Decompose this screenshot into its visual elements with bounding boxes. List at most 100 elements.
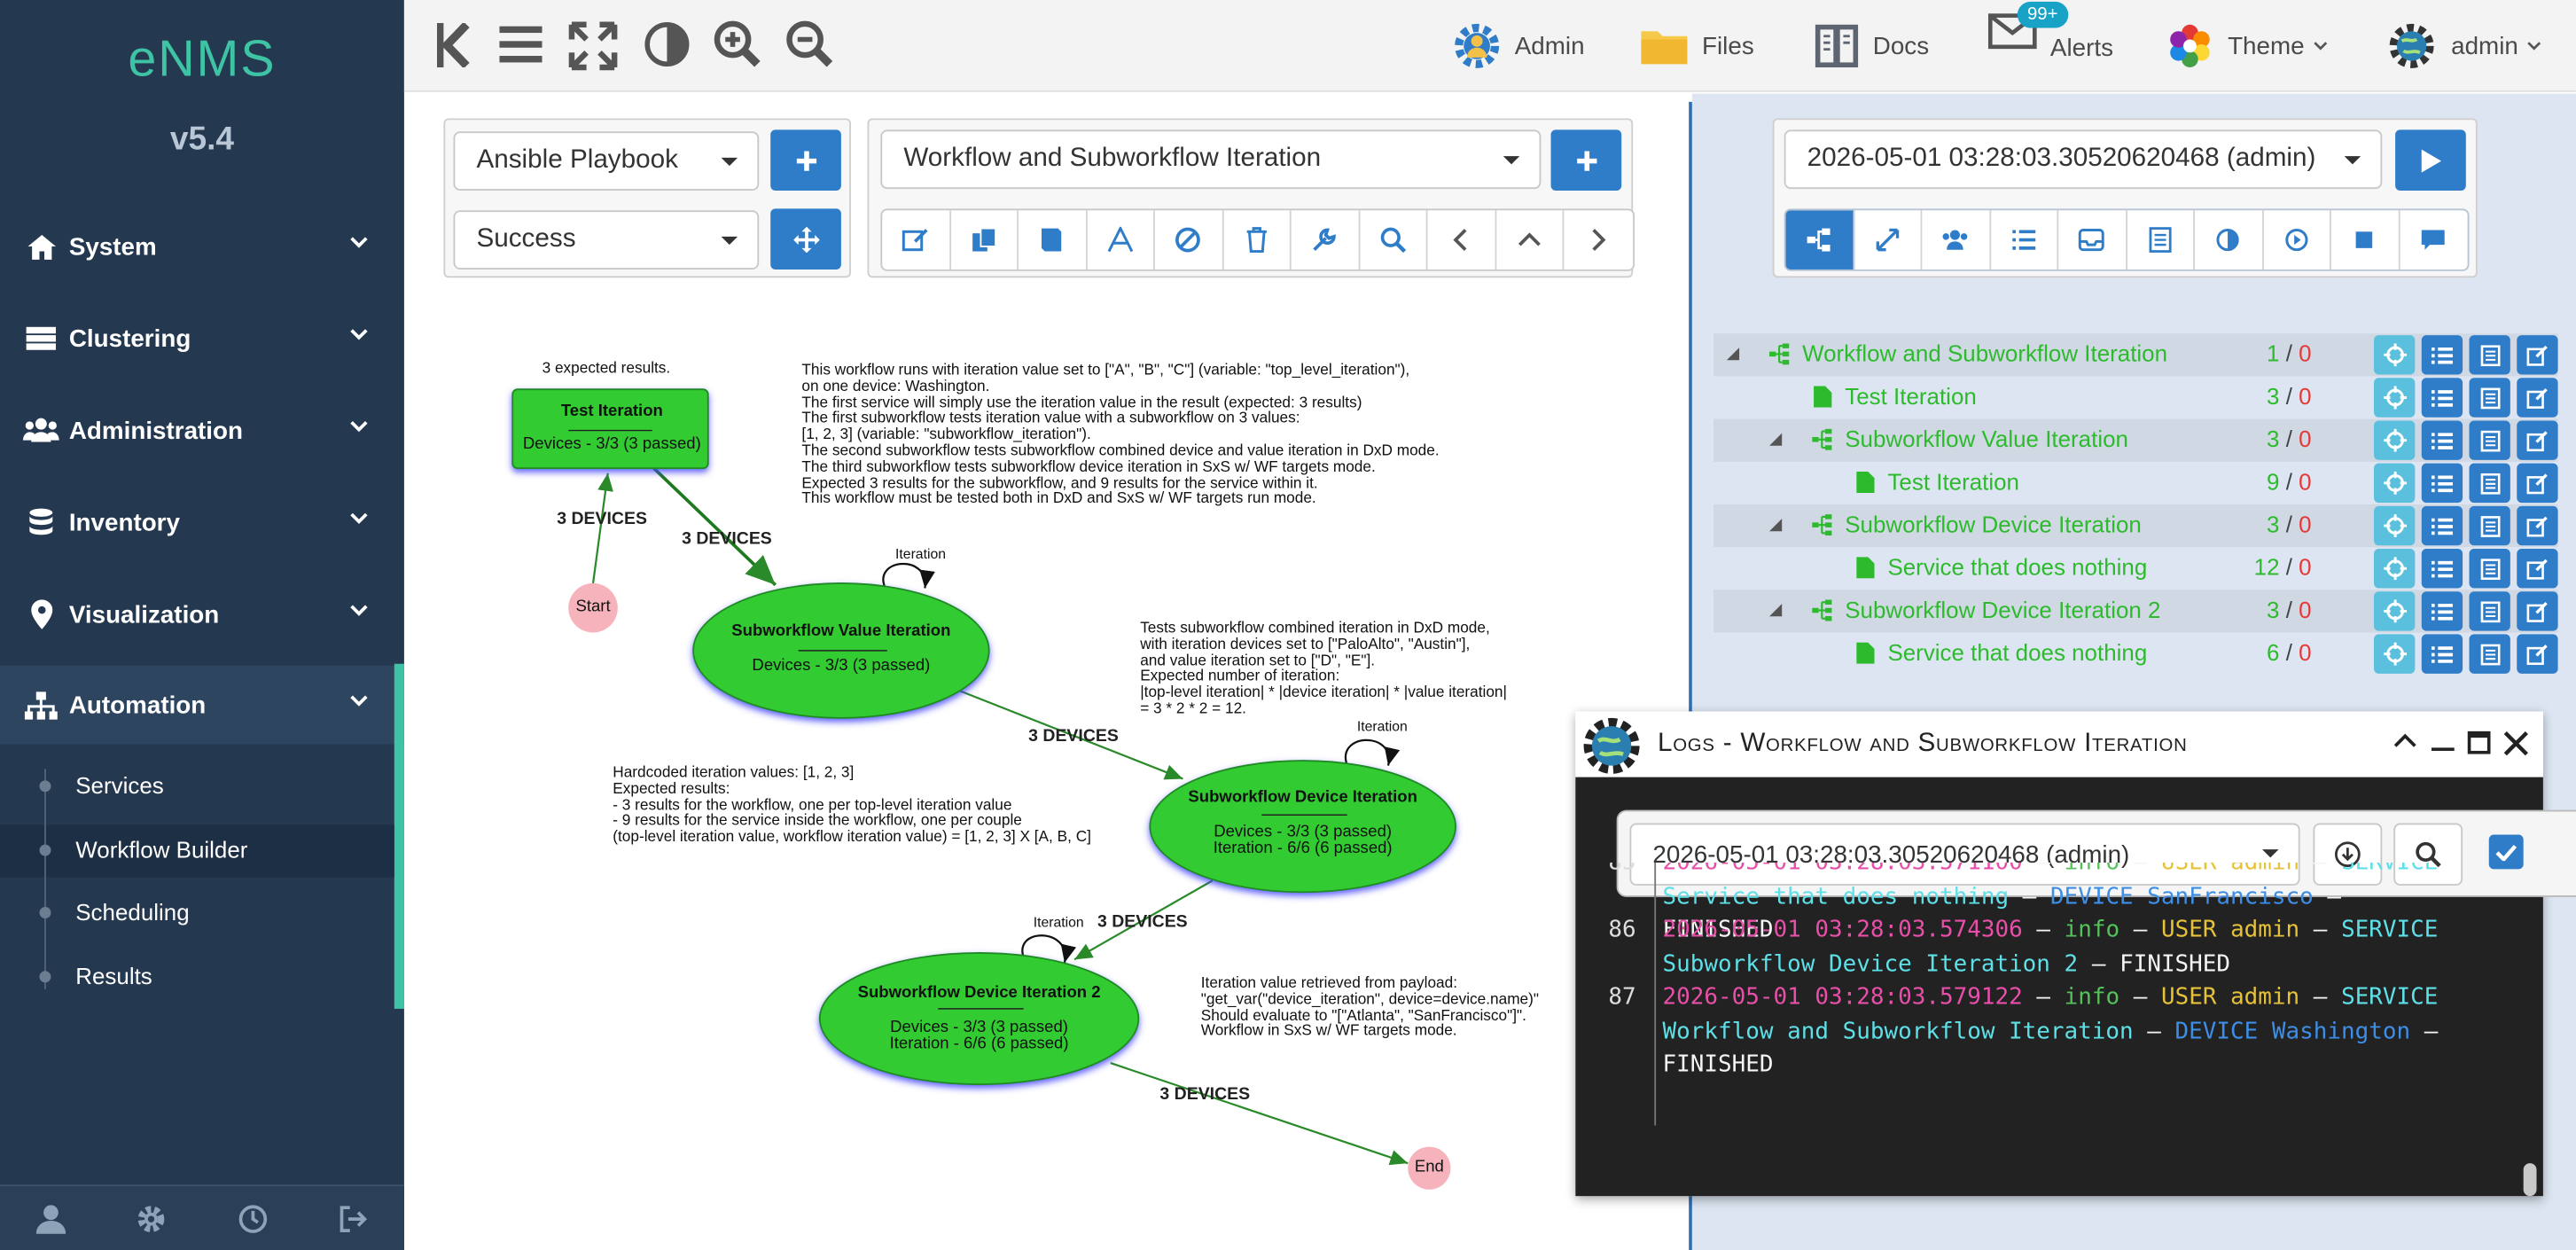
play-circle-icon[interactable] <box>2263 210 2331 270</box>
target-button[interactable] <box>2374 463 2416 504</box>
logs-header[interactable]: Logs - Workflow and Subworkflow Iteratio… <box>1575 711 2543 777</box>
submenu-services[interactable]: Services <box>75 772 163 799</box>
theme-menu[interactable]: Theme <box>2166 0 2328 92</box>
edit-button[interactable] <box>2517 634 2558 674</box>
list-button[interactable] <box>2421 463 2463 504</box>
target-button[interactable] <box>2374 420 2416 460</box>
tree-view-icon[interactable] <box>1785 210 1854 270</box>
tree-row[interactable]: ◢ Workflow and Subworkflow Iteration 1 / 0 <box>1713 333 2558 377</box>
list-button[interactable] <box>2421 591 2463 631</box>
list-button[interactable] <box>2421 378 2463 418</box>
tree-row[interactable]: Test Iteration 3 / 0 <box>1713 376 2558 418</box>
tree-row[interactable]: ◢ Subworkflow Device Iteration 3 / 0 <box>1713 504 2558 548</box>
collapse-triangle-icon[interactable]: ◢ <box>1727 345 1739 363</box>
gear-icon[interactable] <box>137 1204 166 1233</box>
tree-row[interactable]: Service that does nothing 6 / 0 <box>1713 633 2558 676</box>
comment-icon[interactable] <box>2400 210 2468 270</box>
menu-inventory[interactable]: Inventory <box>0 483 404 562</box>
list-button[interactable] <box>2421 549 2463 589</box>
zoom-in-icon[interactable] <box>713 20 762 69</box>
failure-count: 0 <box>2299 382 2312 410</box>
collapse-icon[interactable] <box>2393 733 2416 750</box>
submenu-workflow-builder[interactable]: Workflow Builder <box>75 836 247 863</box>
logout-icon[interactable] <box>339 1204 368 1233</box>
file-text-button[interactable] <box>2469 591 2510 631</box>
app-logo[interactable]: eNMS <box>0 29 404 89</box>
menu-icon[interactable] <box>499 25 543 64</box>
list-icon[interactable] <box>1990 210 2059 270</box>
logs-content[interactable]: 85 2026-05-01 03:28:03.571100 – info – US… <box>1575 863 2543 1126</box>
count-separator: / <box>2285 596 2292 623</box>
tree-row-count: 12 / 0 <box>2229 554 2312 581</box>
node-test-iteration[interactable] <box>511 388 709 470</box>
user-menu[interactable]: admin <box>2385 0 2541 92</box>
tree-row[interactable]: ◢ Subworkflow Value Iteration 3 / 0 <box>1713 418 2558 462</box>
edit-button[interactable] <box>2517 420 2558 460</box>
target-button[interactable] <box>2374 378 2416 418</box>
tree-row[interactable]: ◢ Subworkflow Device Iteration 2 3 / 0 <box>1713 590 2558 633</box>
collapse-sidebar-icon[interactable] <box>436 22 470 67</box>
file-text-button[interactable] <box>2469 463 2510 504</box>
edit-button[interactable] <box>2517 463 2558 504</box>
user-icon[interactable] <box>35 1204 66 1233</box>
edit-button[interactable] <box>2517 591 2558 631</box>
collapse-triangle-icon[interactable]: ◢ <box>1769 431 1782 449</box>
menu-visualization[interactable]: Visualization <box>0 575 404 654</box>
menu-clustering[interactable]: Clustering <box>0 299 404 378</box>
submenu-scheduling[interactable]: Scheduling <box>75 899 189 926</box>
file-text-button[interactable] <box>2469 634 2510 674</box>
inbox-icon[interactable] <box>2058 210 2127 270</box>
target-button[interactable] <box>2374 335 2416 375</box>
menu-administration[interactable]: Administration <box>0 391 404 470</box>
menu-system[interactable]: System <box>0 207 404 286</box>
logs-scrollbar[interactable] <box>2523 1163 2537 1197</box>
collapse-triangle-icon[interactable]: ◢ <box>1769 601 1782 619</box>
list-button[interactable] <box>2421 505 2463 546</box>
collapse-triangle-icon[interactable]: ◢ <box>1769 516 1782 534</box>
file-text-icon[interactable] <box>2127 210 2196 270</box>
tree-row[interactable]: Test Iteration 9 / 0 <box>1713 462 2558 504</box>
list-button[interactable] <box>2421 634 2463 674</box>
contrast-icon[interactable] <box>644 21 690 67</box>
admin-menu[interactable]: Admin <box>1452 0 1585 92</box>
fullscreen-icon[interactable] <box>568 21 618 71</box>
log-line[interactable]: 2026-05-01 03:28:03.574306 – info – USER… <box>1663 913 2452 980</box>
minimize-icon[interactable] <box>2431 747 2455 754</box>
chevron-down-icon <box>350 695 368 707</box>
log-line[interactable]: 2026-05-01 03:28:03.579122 – info – USER… <box>1663 980 2452 1082</box>
docs-menu[interactable]: Docs <box>1814 0 1929 92</box>
file-text-button[interactable] <box>2469 505 2510 546</box>
menu-automation[interactable]: Automation <box>0 665 404 745</box>
edit-button[interactable] <box>2517 335 2558 375</box>
users-icon[interactable] <box>1922 210 1991 270</box>
submenu-results[interactable]: Results <box>75 963 152 989</box>
tree-row-count: 3 / 0 <box>2229 597 2312 623</box>
edit-button[interactable] <box>2517 505 2558 546</box>
success-count: 1 <box>2267 340 2280 367</box>
files-menu[interactable]: Files <box>1640 0 1754 92</box>
edge-device2-end[interactable] <box>1110 1062 1409 1166</box>
file-text-button[interactable] <box>2469 335 2510 375</box>
edit-button[interactable] <box>2517 378 2558 418</box>
tree-row[interactable]: Service that does nothing 12 / 0 <box>1713 547 2558 590</box>
list-button[interactable] <box>2421 420 2463 460</box>
file-text-button[interactable] <box>2469 420 2510 460</box>
close-icon[interactable] <box>2503 730 2528 756</box>
list-button[interactable] <box>2421 335 2463 375</box>
run-button[interactable] <box>2395 129 2466 191</box>
file-text-button[interactable] <box>2469 549 2510 589</box>
target-button[interactable] <box>2374 634 2416 674</box>
zoom-out-icon[interactable] <box>785 20 835 69</box>
target-button[interactable] <box>2374 505 2416 546</box>
contrast-icon[interactable] <box>2195 210 2263 270</box>
edit-button[interactable] <box>2517 549 2558 589</box>
stop-icon[interactable] <box>2331 210 2400 270</box>
edge-test-value[interactable] <box>652 466 777 587</box>
expand-icon[interactable] <box>1854 210 1923 270</box>
target-button[interactable] <box>2374 549 2416 589</box>
history-icon[interactable] <box>238 1204 267 1233</box>
maximize-icon[interactable] <box>2467 730 2491 754</box>
file-text-button[interactable] <box>2469 378 2510 418</box>
target-button[interactable] <box>2374 591 2416 631</box>
runtime-select[interactable]: 2026-05-01 03:28:03.30520620468 (admin) <box>1784 129 2383 190</box>
